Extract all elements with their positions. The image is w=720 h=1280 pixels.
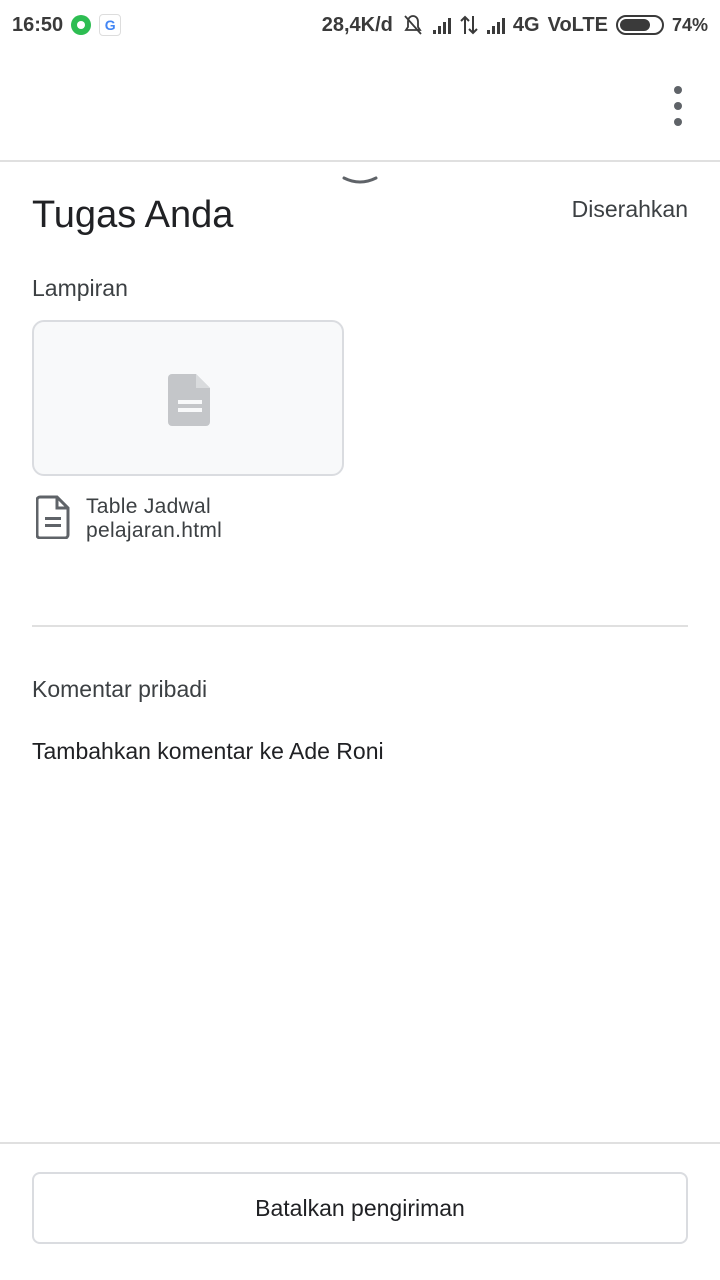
status-bar-left: 16:50 G	[12, 13, 122, 37]
attachment-item[interactable]: Table Jadwal pelajaran.html	[36, 495, 256, 543]
signal-icon-2	[486, 16, 505, 34]
private-comments-label: Komentar pribadi	[32, 676, 208, 702]
submission-status: Diserahkan	[571, 196, 688, 222]
divider	[32, 625, 688, 627]
more-vert-icon[interactable]	[666, 86, 690, 126]
data-transfer-icon	[460, 15, 478, 35]
status-time: 16:50	[12, 13, 64, 36]
whatsapp-icon	[71, 15, 92, 35]
network-type: 4G	[512, 13, 540, 36]
attachment-preview-card[interactable]	[32, 320, 344, 476]
document-icon	[36, 495, 70, 539]
add-comment-link[interactable]: Tambahkan komentar ke Ade Roni	[32, 738, 384, 765]
document-icon	[168, 374, 210, 426]
bell-off-icon	[404, 15, 422, 35]
page-title: Tugas Anda	[32, 194, 234, 236]
unsubmit-button[interactable]: Batalkan pengiriman	[32, 1172, 688, 1244]
attachment-file-name: Table Jadwal pelajaran.html	[86, 495, 223, 542]
attachments-label: Lampiran	[32, 275, 128, 301]
google-icon: G	[99, 14, 122, 36]
bottom-divider	[0, 1142, 720, 1144]
chevron-down-icon[interactable]	[340, 170, 380, 190]
app-bar	[0, 50, 720, 162]
status-bar-right: 28,4K/d 4G VoLTE 74%	[322, 13, 708, 37]
battery-fill	[619, 19, 650, 31]
network-speed: 28,4K/d	[321, 13, 393, 36]
status-bar: 16:50 G 28,4K/d 4G VoLTE 74%	[0, 0, 720, 50]
battery-percent: 74%	[671, 14, 708, 35]
volte-label: VoLTE	[547, 13, 608, 36]
signal-icon	[432, 16, 451, 34]
battery-icon	[615, 15, 664, 35]
